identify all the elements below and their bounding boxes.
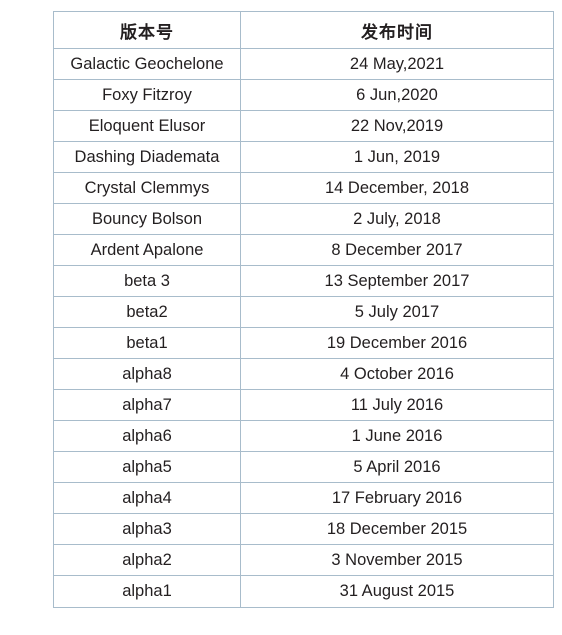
cell-release-date: 1 Jun, 2019	[240, 141, 554, 173]
release-history-table: 版本号 发布时间 Galactic Geochelone 24 May,2021 F…	[53, 11, 554, 608]
cell-release-date: 11 July 2016	[240, 389, 554, 421]
cell-release-date: 19 December 2016	[240, 327, 554, 359]
cell-version: Foxy Fitzroy	[53, 79, 241, 111]
table-row: alpha8 4 October 2016	[53, 358, 554, 390]
table-row: Crystal Clemmys 14 December, 2018	[53, 172, 554, 204]
cell-release-date: 6 Jun,2020	[240, 79, 554, 111]
cell-version: alpha8	[53, 358, 241, 390]
table-body: Galactic Geochelone 24 May,2021 Foxy Fitzr…	[53, 48, 554, 608]
cell-version: Ardent Apalone	[53, 234, 241, 266]
cell-version: alpha7	[53, 389, 241, 421]
table-row: Galactic Geochelone 24 May,2021	[53, 48, 554, 80]
column-header-release-date: 发布时间	[240, 11, 554, 49]
cell-version: alpha2	[53, 544, 241, 576]
cell-release-date: 8 December 2017	[240, 234, 554, 266]
table-row: beta2 5 July 2017	[53, 296, 554, 328]
cell-version: alpha6	[53, 420, 241, 452]
cell-release-date: 4 October 2016	[240, 358, 554, 390]
cell-release-date: 31 August 2015	[240, 575, 554, 608]
table-row: alpha4 17 February 2016	[53, 482, 554, 514]
table-row: Eloquent Elusor 22 Nov,2019	[53, 110, 554, 142]
cell-release-date: 3 November 2015	[240, 544, 554, 576]
cell-version: Eloquent Elusor	[53, 110, 241, 142]
table-row: alpha5 5 April 2016	[53, 451, 554, 483]
table-header-row: 版本号 发布时间	[53, 11, 554, 49]
table-row: Dashing Diademata 1 Jun, 2019	[53, 141, 554, 173]
cell-version: alpha3	[53, 513, 241, 545]
cell-version: beta2	[53, 296, 241, 328]
table-row: Bouncy Bolson 2 July, 2018	[53, 203, 554, 235]
table-row: Ardent Apalone 8 December 2017	[53, 234, 554, 266]
table-header: 版本号 发布时间	[53, 11, 554, 49]
table-row: Foxy Fitzroy 6 Jun,2020	[53, 79, 554, 111]
table-row: alpha2 3 November 2015	[53, 544, 554, 576]
cell-version: alpha5	[53, 451, 241, 483]
cell-release-date: 17 February 2016	[240, 482, 554, 514]
cell-release-date: 14 December, 2018	[240, 172, 554, 204]
cell-release-date: 24 May,2021	[240, 48, 554, 80]
table-row: alpha3 18 December 2015	[53, 513, 554, 545]
cell-version: Crystal Clemmys	[53, 172, 241, 204]
table-row: alpha6 1 June 2016	[53, 420, 554, 452]
table-row: alpha7 11 July 2016	[53, 389, 554, 421]
cell-release-date: 13 September 2017	[240, 265, 554, 297]
cell-release-date: 5 April 2016	[240, 451, 554, 483]
cell-release-date: 5 July 2017	[240, 296, 554, 328]
table-row: beta1 19 December 2016	[53, 327, 554, 359]
cell-version: Bouncy Bolson	[53, 203, 241, 235]
table-row: alpha1 31 August 2015	[53, 575, 554, 608]
cell-release-date: 22 Nov,2019	[240, 110, 554, 142]
cell-release-date: 1 June 2016	[240, 420, 554, 452]
release-table-container: 版本号 发布时间 Galactic Geochelone 24 May,2021 F…	[53, 11, 554, 608]
cell-version: beta1	[53, 327, 241, 359]
cell-version: beta 3	[53, 265, 241, 297]
table-row: beta 3 13 September 2017	[53, 265, 554, 297]
cell-release-date: 2 July, 2018	[240, 203, 554, 235]
cell-release-date: 18 December 2015	[240, 513, 554, 545]
cell-version: Dashing Diademata	[53, 141, 241, 173]
cell-version: alpha4	[53, 482, 241, 514]
column-header-version: 版本号	[53, 11, 241, 49]
cell-version: alpha1	[53, 575, 241, 608]
cell-version: Galactic Geochelone	[53, 48, 241, 80]
